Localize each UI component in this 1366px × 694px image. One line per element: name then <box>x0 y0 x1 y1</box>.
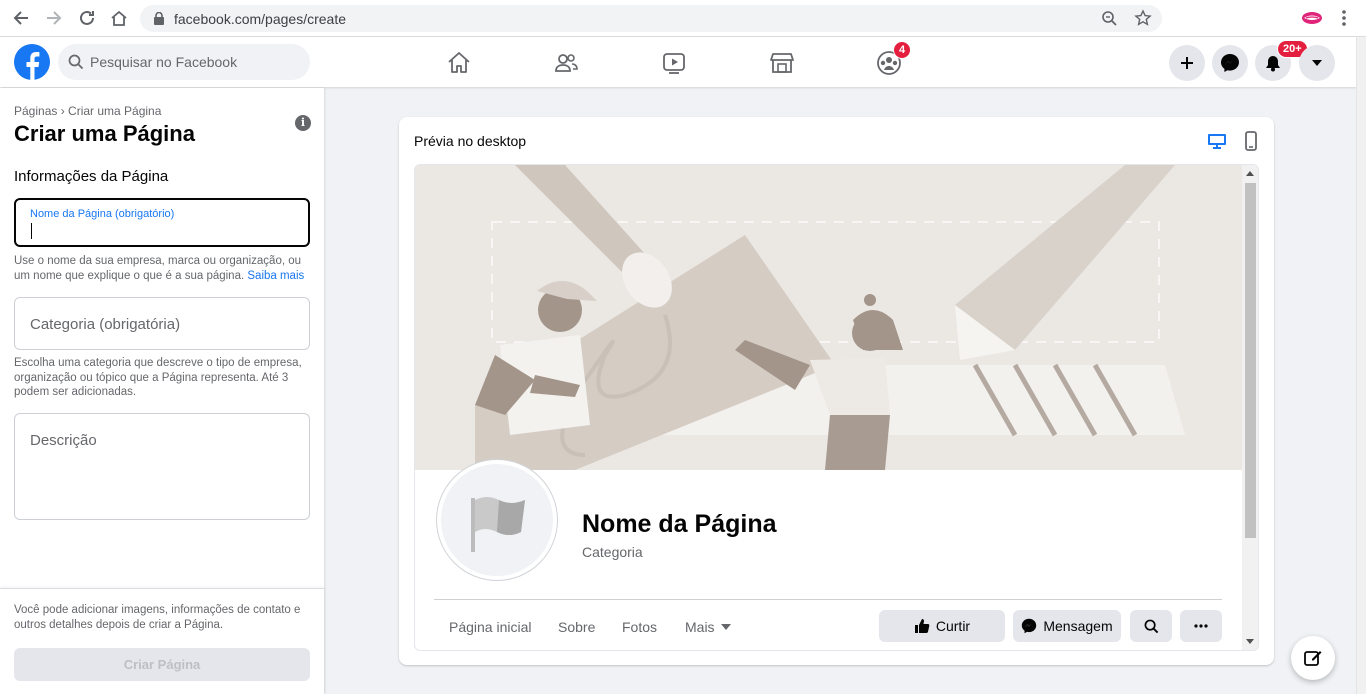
groups-badge: 4 <box>893 41 912 59</box>
extension-icon[interactable] <box>1300 7 1324 29</box>
create-page-button[interactable]: Criar Página <box>14 648 310 681</box>
messenger-button[interactable] <box>1212 45 1248 81</box>
bell-icon <box>1266 56 1280 72</box>
nav-marketplace-icon[interactable] <box>769 50 795 76</box>
desktop-icon[interactable] <box>1207 131 1227 151</box>
page-scrollbar[interactable] <box>1356 37 1366 694</box>
browser-toolbar: facebook.com/pages/create <box>0 0 1366 37</box>
description-placeholder: Descrição <box>30 432 97 449</box>
scroll-up-icon[interactable] <box>1246 170 1254 176</box>
address-bar[interactable]: facebook.com/pages/create <box>140 5 1162 32</box>
preview-label: Prévia no desktop <box>414 133 527 149</box>
search-icon <box>1144 619 1158 633</box>
preview-category: Categoria <box>582 544 643 560</box>
reload-icon[interactable] <box>75 7 99 29</box>
account-menu-button[interactable] <box>1299 45 1335 81</box>
search-placeholder: Pesquisar no Facebook <box>90 54 238 70</box>
description-field[interactable]: Descrição <box>14 413 310 520</box>
forward-icon[interactable] <box>42 7 66 29</box>
tab-photos[interactable]: Fotos <box>622 619 657 635</box>
category-placeholder: Categoria (obrigatória) <box>30 316 181 333</box>
facebook-logo-icon[interactable] <box>14 44 50 80</box>
text-cursor <box>31 223 32 239</box>
category-field[interactable]: Categoria (obrigatória) <box>14 297 310 350</box>
nav-home-icon[interactable] <box>446 50 472 76</box>
preview-divider <box>434 599 1222 600</box>
sidebar-footer: Você pode adicionar imagens, informações… <box>0 588 324 694</box>
message-button[interactable]: Mensagem <box>1013 610 1121 642</box>
compose-icon <box>1304 651 1322 666</box>
facebook-header: Pesquisar no Facebook 4 20+ <box>0 37 1356 87</box>
tab-more-label: Mais <box>685 619 715 635</box>
breadcrumb[interactable]: Páginas › Criar uma Página <box>14 104 161 118</box>
home-icon[interactable] <box>107 7 131 29</box>
tab-home[interactable]: Página inicial <box>449 619 532 635</box>
more-dots-icon <box>1194 624 1208 628</box>
nav-friends-icon[interactable] <box>553 50 579 76</box>
cover-illustration <box>415 165 1242 470</box>
preview-scroll-thumb[interactable] <box>1245 183 1256 538</box>
create-button[interactable] <box>1169 45 1205 81</box>
message-button-label: Mensagem <box>1043 618 1113 634</box>
profile-picture-placeholder <box>437 460 557 580</box>
nav-watch-icon[interactable] <box>661 50 687 76</box>
category-helper: Escolha uma categoria que descreve o tip… <box>14 357 302 398</box>
learn-more-link[interactable]: Saiba mais <box>247 270 304 282</box>
preview-frame: Nome da Página Categoria Página inicial … <box>414 164 1259 651</box>
back-icon[interactable] <box>9 7 33 29</box>
search-input[interactable]: Pesquisar no Facebook <box>58 44 310 80</box>
url-text: facebook.com/pages/create <box>174 11 346 27</box>
new-message-button[interactable] <box>1291 636 1335 680</box>
page-title: Criar uma Página <box>14 121 195 146</box>
messenger-icon <box>1221 54 1239 72</box>
browser-menu-icon[interactable] <box>1336 7 1352 29</box>
like-button[interactable]: Curtir <box>879 610 1005 642</box>
flag-icon <box>471 497 525 552</box>
messenger-icon <box>1022 618 1037 634</box>
scroll-down-icon[interactable] <box>1246 639 1254 645</box>
preview-scrollbar[interactable] <box>1242 165 1258 650</box>
page-name-field[interactable]: Nome da Página (obrigatório) <box>14 198 310 247</box>
preview-search-button[interactable] <box>1130 610 1172 642</box>
preview-page-name: Nome da Página <box>582 510 777 538</box>
page-name-helper: Use o nome da sua empresa, marca ou orga… <box>14 254 310 283</box>
page-name-label: Nome da Página (obrigatório) <box>30 208 175 220</box>
lock-icon <box>154 11 164 30</box>
search-icon <box>68 54 84 70</box>
preview-more-button[interactable] <box>1180 610 1222 642</box>
desktop-preview-card: Prévia no desktop Nome da Página Categor… <box>399 117 1274 665</box>
mobile-icon[interactable] <box>1241 131 1261 151</box>
footer-note: Você pode adicionar imagens, informações… <box>14 604 301 631</box>
plus-icon <box>1181 57 1193 69</box>
tab-about[interactable]: Sobre <box>558 619 595 635</box>
zoom-icon[interactable] <box>1101 10 1118 32</box>
caret-down-icon <box>721 624 732 630</box>
caret-down-icon <box>1312 60 1322 66</box>
create-page-sidebar: Páginas › Criar uma Página Criar uma Pág… <box>0 88 324 694</box>
tab-more[interactable]: Mais <box>685 619 732 635</box>
nav-groups-icon[interactable]: 4 <box>876 41 912 76</box>
thumbs-up-icon <box>914 619 930 633</box>
bookmark-star-icon[interactable] <box>1134 9 1152 32</box>
section-title: Informações da Página <box>14 168 169 185</box>
info-icon[interactable]: i <box>295 115 311 131</box>
notifications-button[interactable]: 20+ <box>1255 40 1308 81</box>
like-button-label: Curtir <box>935 618 971 634</box>
